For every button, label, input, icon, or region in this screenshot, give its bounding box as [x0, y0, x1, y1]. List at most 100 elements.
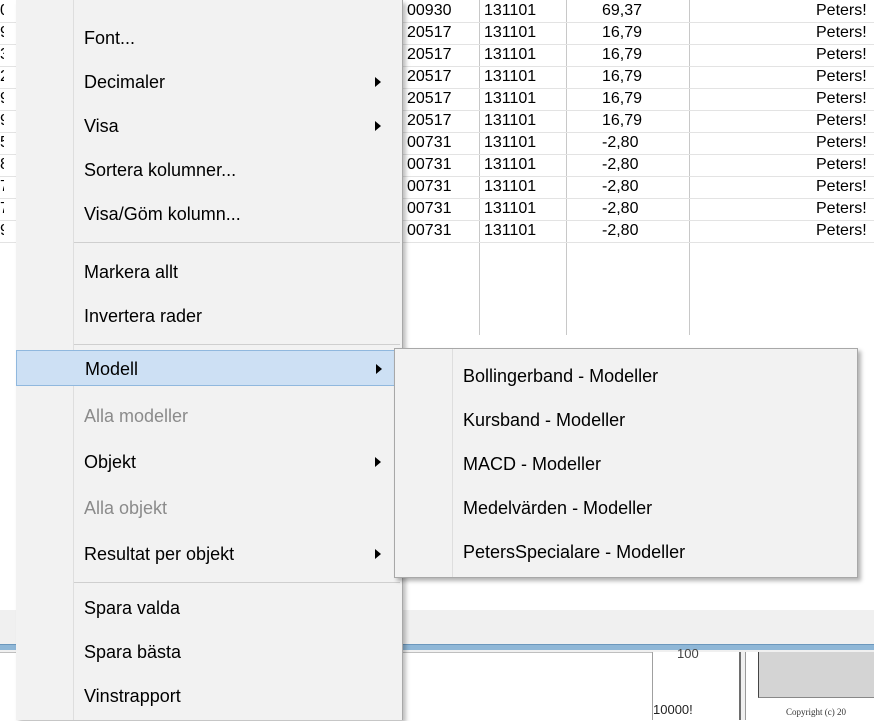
- grid-cell: 5: [0, 134, 4, 152]
- grid-cell: 16,79: [602, 112, 643, 129]
- grid-cell: -2,80: [602, 156, 639, 173]
- copyright-text: Copyright (c) 20: [786, 707, 846, 717]
- chevron-right-icon: [376, 364, 382, 374]
- grid-cell: 9: [0, 112, 4, 130]
- menu-item-label: Visa/Göm kolumn...: [84, 204, 241, 224]
- menu-item-label: Modell: [85, 359, 139, 379]
- grid-cell: 2: [0, 68, 4, 86]
- grid-cell: 9: [0, 24, 4, 42]
- menu-item-label: Resultat per objekt: [84, 544, 235, 564]
- grid-cell: 8: [0, 156, 4, 174]
- grid-cell: Peters!: [816, 156, 867, 173]
- menu-item-objekt[interactable]: Objekt: [16, 444, 402, 480]
- grid-cell: 131101: [484, 68, 537, 85]
- menu-item-label: Alla modeller: [84, 406, 189, 426]
- grid-cell: 20517: [407, 112, 452, 129]
- grid-cell: -2,80: [602, 134, 639, 151]
- menu-item-spara-basta[interactable]: Spara bästa: [16, 634, 402, 670]
- grid-cell: -2,80: [602, 178, 639, 195]
- grid-cell: 00731: [407, 178, 452, 195]
- grid-cell: 00731: [407, 222, 452, 239]
- menu-item-sortera-kolumner[interactable]: Sortera kolumner...: [16, 152, 402, 188]
- grid-cell: 131101: [484, 222, 537, 239]
- menu-item-label: Objekt: [84, 452, 137, 472]
- grid-cell: 9: [0, 90, 4, 108]
- menu-item-visa[interactable]: Visa: [16, 108, 402, 144]
- grid-cell: 20517: [407, 90, 452, 107]
- grid-cell: Peters!: [816, 46, 867, 63]
- grid-cell: 7: [0, 200, 4, 218]
- grid-cell: Peters!: [816, 90, 867, 107]
- menu-item-label: Alla objekt: [84, 498, 168, 518]
- grid-cell: 69,37: [602, 2, 643, 19]
- menu-item-label: Font...: [84, 28, 136, 48]
- submenu-item-medelvarden[interactable]: Medelvärden - Modeller: [395, 487, 857, 532]
- grid-cell: Peters!: [816, 68, 867, 85]
- submenu-item-kursband[interactable]: Kursband - Modeller: [395, 399, 857, 444]
- axis-value: 10000!: [653, 702, 693, 717]
- context-menu: Font... Decimaler Visa Sortera kolumner.…: [16, 0, 403, 720]
- modell-submenu: Bollingerband - Modeller Kursband - Mode…: [394, 348, 858, 578]
- menu-item-vinstrapport[interactable]: Vinstrapport: [16, 678, 402, 714]
- submenu-item-label: Bollingerband - Modeller: [463, 366, 659, 386]
- grid-cell: 16,79: [602, 46, 643, 63]
- menu-item-alla-modeller: Alla modeller: [16, 398, 402, 434]
- grid-cell: 131101: [484, 134, 537, 151]
- chart-thumbnail: Copyright (c) 20: [745, 652, 874, 720]
- menu-item-invertera-rader[interactable]: Invertera rader: [16, 298, 402, 334]
- grid-cell: 7: [0, 178, 4, 196]
- grid-cell: 131101: [484, 112, 537, 129]
- menu-item-label: Spara valda: [84, 598, 181, 618]
- chevron-right-icon: [375, 549, 381, 559]
- grid-cell: 00731: [407, 200, 452, 217]
- menu-separator: [74, 242, 400, 243]
- submenu-item-macd[interactable]: MACD - Modeller: [395, 443, 857, 488]
- submenu-item-label: Kursband - Modeller: [463, 410, 626, 430]
- chart-bar: [758, 652, 874, 698]
- submenu-item-label: Medelvärden - Modeller: [463, 498, 653, 518]
- grid-cell: -2,80: [602, 222, 639, 239]
- menu-item-label: Spara bästa: [84, 642, 182, 662]
- menu-item-spara-valda[interactable]: Spara valda: [16, 590, 402, 626]
- submenu-item-petersspecialare[interactable]: PetersSpecialare - Modeller: [395, 531, 857, 576]
- menu-item-alla-objekt: Alla objekt: [16, 490, 402, 526]
- chevron-right-icon: [375, 121, 381, 131]
- menu-item-decimaler[interactable]: Decimaler: [16, 64, 402, 100]
- menu-item-font[interactable]: Font...: [16, 20, 402, 56]
- chart-axis-column: 100 10000!: [652, 646, 741, 720]
- grid-cell: 131101: [484, 46, 537, 63]
- grid-cell: Peters!: [816, 222, 867, 239]
- grid-cell: 00731: [407, 156, 452, 173]
- grid-cell: Peters!: [816, 2, 867, 19]
- grid-cell: 16,79: [602, 24, 643, 41]
- grid-cell: 00930: [407, 2, 452, 19]
- grid-cell: -2,80: [602, 200, 639, 217]
- menu-separator: [74, 344, 400, 345]
- grid-cell: 16,79: [602, 68, 643, 85]
- grid-cell: Peters!: [816, 24, 867, 41]
- grid-cell: 00731: [407, 134, 452, 151]
- chevron-right-icon: [375, 457, 381, 467]
- grid-cell: 16,79: [602, 90, 643, 107]
- menu-item-visa-gom-kolumn[interactable]: Visa/Göm kolumn...: [16, 196, 402, 232]
- grid-cell: 20517: [407, 68, 452, 85]
- menu-item-resultat-per-objekt[interactable]: Resultat per objekt: [16, 536, 402, 572]
- submenu-item-label: MACD - Modeller: [463, 454, 602, 474]
- menu-item-label: Invertera rader: [84, 306, 203, 326]
- submenu-item-bollingerband[interactable]: Bollingerband - Modeller: [395, 355, 857, 400]
- grid-cell: Peters!: [816, 200, 867, 217]
- submenu-item-label: PetersSpecialare - Modeller: [463, 542, 686, 562]
- grid-cell: 20517: [407, 24, 452, 41]
- menu-item-markera-allt[interactable]: Markera allt: [16, 254, 402, 290]
- menu-item-label: Decimaler: [84, 72, 166, 92]
- grid-cell: 0: [0, 2, 4, 20]
- grid-cell: Peters!: [816, 134, 867, 151]
- grid-cell: 131101: [484, 156, 537, 173]
- grid-cell: 3: [0, 46, 4, 64]
- grid-cell: 131101: [484, 2, 537, 19]
- grid-cell: 131101: [484, 24, 537, 41]
- chevron-right-icon: [375, 77, 381, 87]
- menu-item-modell[interactable]: Modell: [16, 350, 402, 386]
- grid-cell: 20517: [407, 46, 452, 63]
- grid-cell: 131101: [484, 200, 537, 217]
